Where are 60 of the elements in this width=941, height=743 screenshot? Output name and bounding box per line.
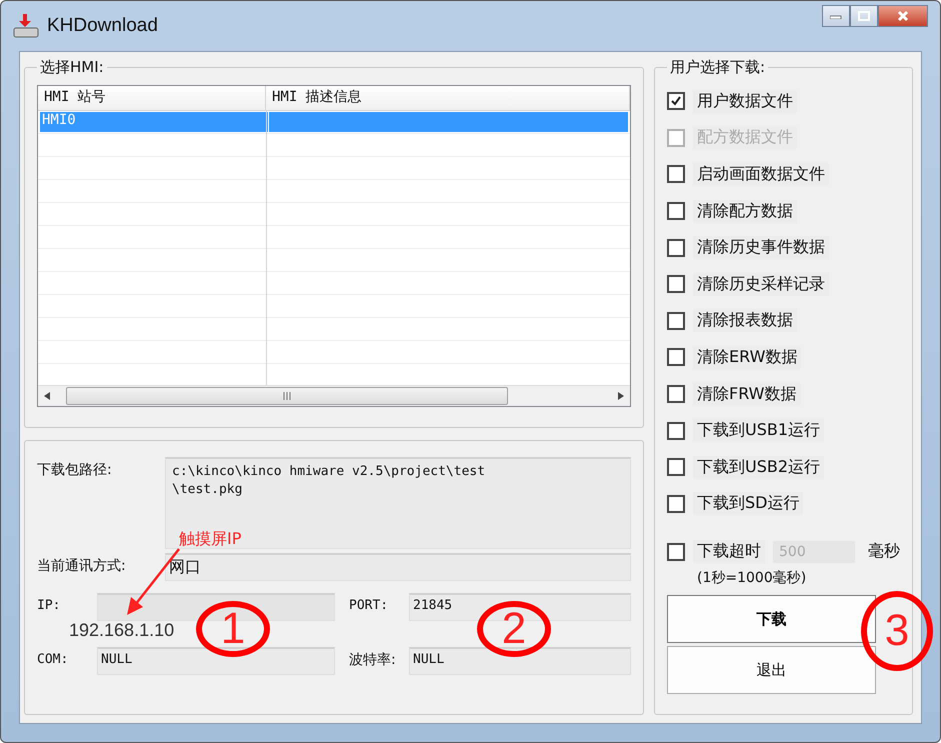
annotation-ip-text: 192.168.1.10 [69,620,174,641]
group-title: 用户选择下载: [669,58,766,77]
checkbox[interactable] [667,494,685,513]
scroll-left-icon[interactable] [44,392,50,400]
checkbox[interactable] [667,422,685,440]
option-label[interactable]: 清除配方数据 [693,200,797,223]
checkbox[interactable] [667,312,685,330]
field-label: COM: [37,651,70,669]
checkbox[interactable] [667,238,685,257]
checkbox[interactable] [667,348,685,366]
close-icon [897,10,909,22]
field-label: 波特率: [349,651,397,669]
horizontal-scrollbar[interactable] [38,385,630,406]
maximize-icon [858,11,870,21]
field-label: 当前通讯方式: [37,557,127,575]
maximize-button[interactable] [850,5,878,27]
option-label[interactable]: 下载到SD运行 [693,492,804,516]
field-label: PORT: [349,597,390,615]
checkbox[interactable] [667,542,685,561]
group-title: 选择HMI: [39,58,105,77]
minimize-icon [830,13,842,19]
column-header[interactable]: HMI 站号 [38,86,266,110]
checkbox[interactable] [667,275,685,294]
download-icon [13,14,39,38]
annotation-label: 触摸屏IP [179,529,242,550]
field-label: 下载包路径: [37,461,113,479]
window-title: KHDownload [47,15,158,37]
option-label[interactable]: 清除FRW数据 [693,382,800,406]
note-text: (1秒=1000毫秒) [697,569,808,588]
option-label[interactable]: 下载到USB1运行 [693,419,824,442]
unit-label: 毫秒 [868,541,900,562]
option-label[interactable]: 下载到USB2运行 [693,456,824,479]
option-label[interactable]: 清除报表数据 [693,309,797,332]
com-field[interactable]: NULL [97,647,335,675]
grip-icon [283,392,291,400]
column-header[interactable]: HMI 描述信息 [266,86,630,110]
option-label[interactable]: 启动画面数据文件 [693,162,829,186]
checkbox[interactable] [667,385,685,404]
option-label[interactable]: 用户数据文件 [693,90,797,113]
action-button[interactable]: 退出 [667,646,876,694]
minimize-button[interactable] [822,5,850,27]
mode-field[interactable]: 网口 [165,553,631,581]
step-marker: 2 [477,601,551,657]
step-marker: 3 [861,591,933,671]
option-label[interactable]: 清除历史采样记录 [693,272,829,296]
action-button[interactable]: 下载 [667,595,876,644]
checkbox[interactable] [667,165,685,184]
option-label[interactable]: 下载超时 [693,540,765,564]
baud-field[interactable]: NULL [409,647,631,675]
step-marker: 1 [196,601,270,657]
checkbox[interactable] [667,92,685,110]
scroll-right-icon[interactable] [618,392,624,400]
checkbox[interactable] [667,202,685,220]
check-icon [670,95,682,108]
field-label: IP: [37,597,62,615]
close-button[interactable] [878,5,928,27]
option-label[interactable]: 清除ERW数据 [693,346,802,369]
scroll-thumb[interactable] [66,387,508,405]
checkbox[interactable] [667,458,685,476]
option-label[interactable]: 清除历史事件数据 [693,236,829,260]
